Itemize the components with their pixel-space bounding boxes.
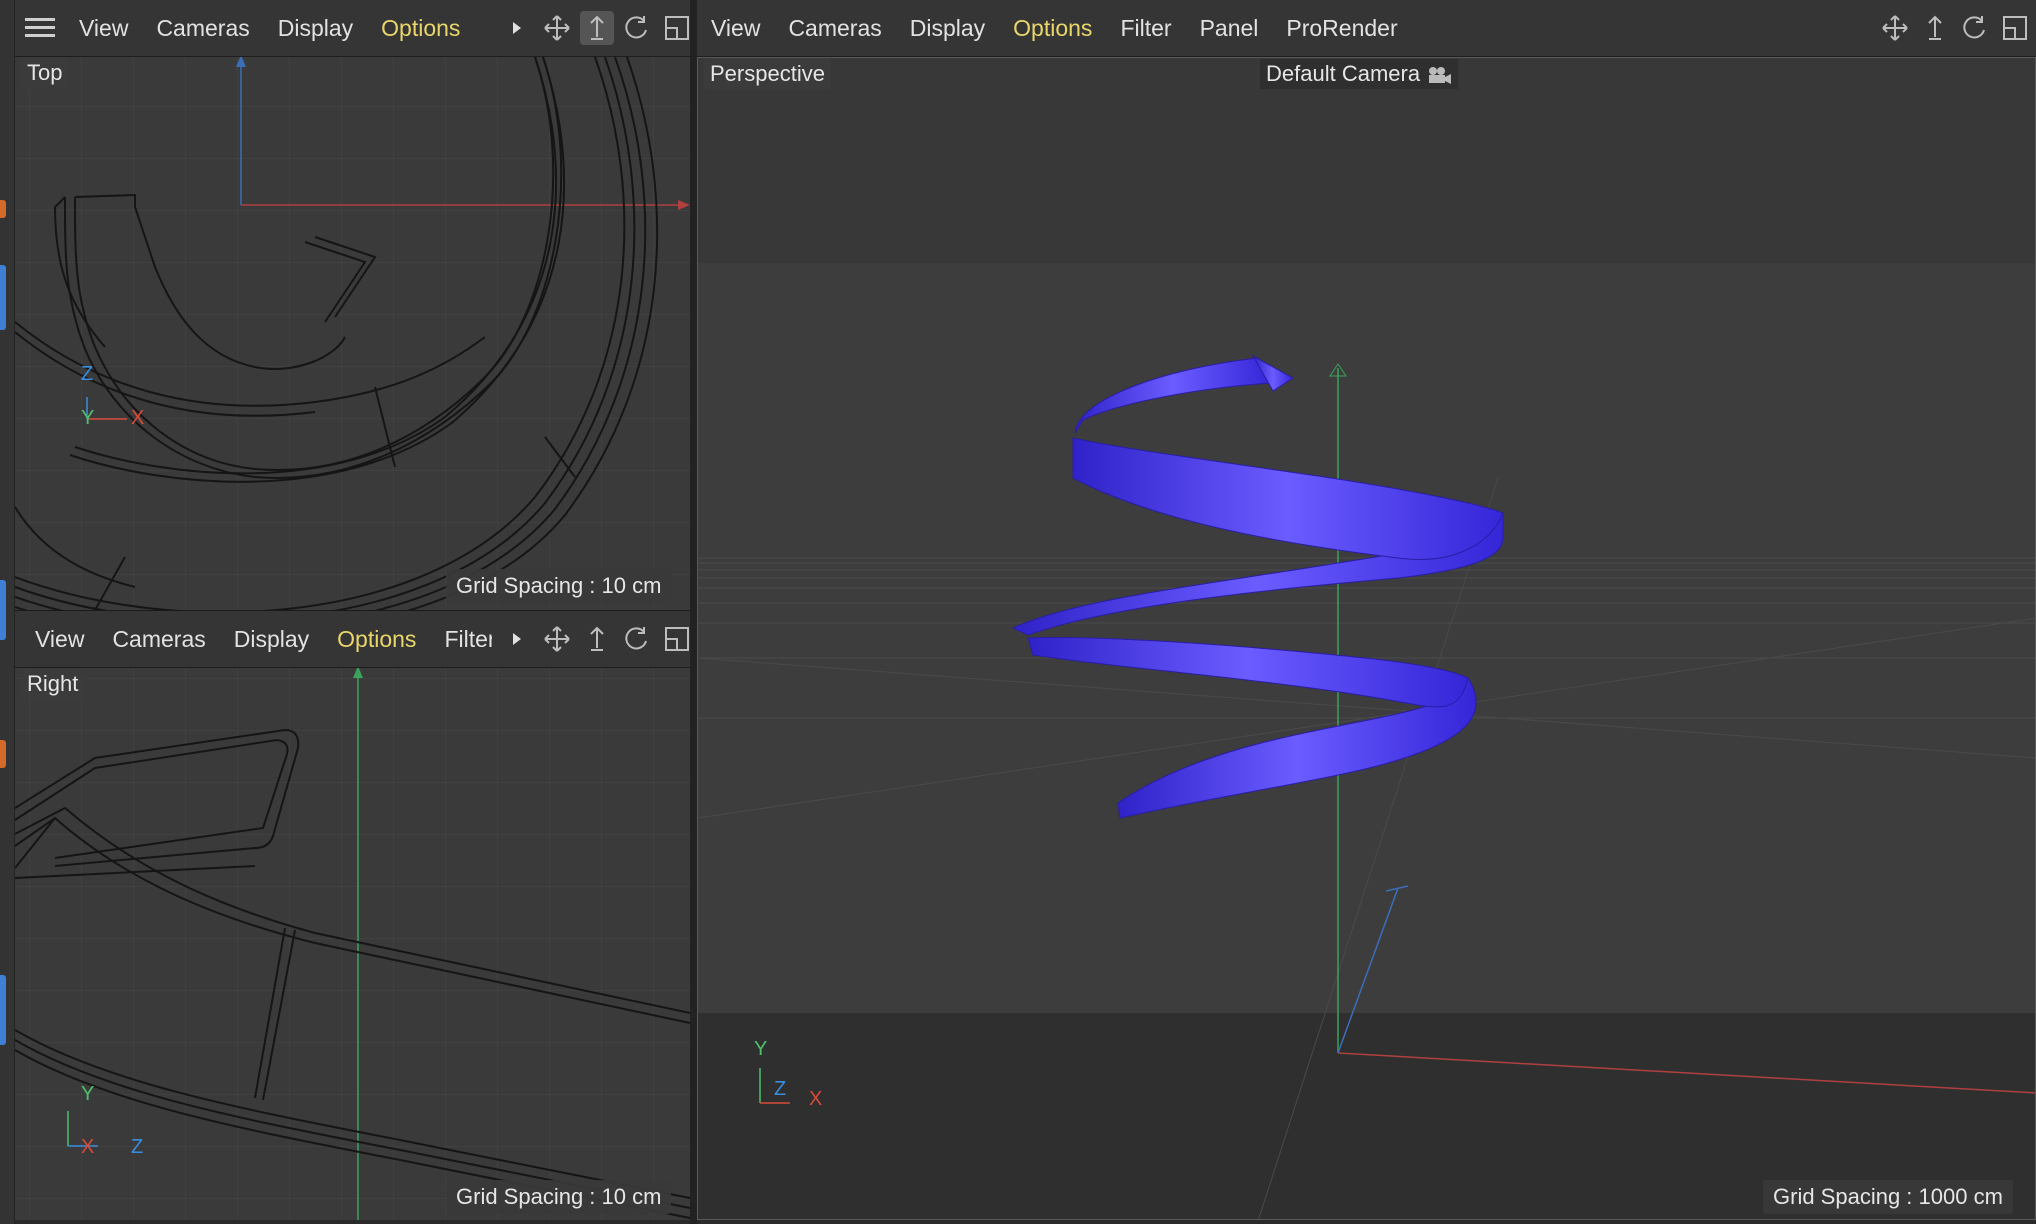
camera-icon: [1426, 65, 1452, 85]
menu-filter[interactable]: Filter: [430, 626, 492, 653]
more-arrow-icon[interactable]: [500, 11, 534, 45]
grid-spacing-label: Grid Spacing : 1000 cm: [1763, 1180, 2013, 1214]
tool-strip: [0, 0, 15, 1224]
strip-tool-marker[interactable]: [0, 975, 6, 1045]
camera-name: Default Camera: [1266, 61, 1421, 86]
menu-options[interactable]: Options: [367, 15, 474, 42]
menu-panel[interactable]: Panel: [1186, 15, 1273, 42]
rotate-view-icon[interactable]: [1958, 11, 1992, 45]
top-viewport[interactable]: Top Z Y X Grid Spacing : 10 cm: [15, 57, 690, 610]
menu-cameras[interactable]: Cameras: [774, 15, 895, 42]
right-viewport[interactable]: Right Y X Z Grid Spacing : 10 cm: [15, 668, 690, 1220]
axis-z-label: Z: [81, 363, 94, 385]
top-viewport-toolbar: View Cameras Display Options: [15, 0, 690, 57]
maximize-view-icon[interactable]: [660, 11, 690, 45]
perspective-viewport[interactable]: Perspective Default Camera Y Z X Grid Sp…: [697, 57, 2036, 1220]
zoom-view-icon[interactable]: [1918, 11, 1952, 45]
zoom-view-icon[interactable]: [580, 11, 614, 45]
viewport-label: Top: [21, 57, 69, 89]
menu-view[interactable]: View: [697, 15, 774, 42]
menu-options[interactable]: Options: [323, 626, 430, 653]
axis-y-label: Y: [754, 1038, 768, 1060]
menu-display[interactable]: Display: [220, 626, 323, 653]
axis-x-label: X: [809, 1088, 823, 1110]
axis-z-label: Z: [131, 1136, 144, 1158]
axis-z-label: Z: [774, 1078, 787, 1100]
perspective-viewport-toolbar: View Cameras Display Options Filter Pane…: [697, 0, 2036, 57]
menu-filter[interactable]: Filter: [1106, 15, 1185, 42]
strip-tool-marker[interactable]: [0, 200, 6, 218]
grid-spacing-label: Grid Spacing : 10 cm: [446, 1180, 672, 1214]
axis-x-label: X: [131, 407, 145, 429]
strip-tool-marker[interactable]: [0, 580, 6, 640]
hamburger-menu-icon[interactable]: [15, 0, 65, 56]
menu-display[interactable]: Display: [264, 15, 367, 42]
move-view-icon[interactable]: [540, 622, 574, 656]
menu-view[interactable]: View: [15, 626, 98, 653]
menu-display[interactable]: Display: [896, 15, 999, 42]
axis-x-label: X: [81, 1136, 95, 1158]
axis-y-label: Y: [81, 1083, 95, 1105]
maximize-view-icon[interactable]: [1998, 11, 2032, 45]
rotate-view-icon[interactable]: [620, 622, 654, 656]
camera-label[interactable]: Default Camera: [1260, 59, 1459, 89]
maximize-view-icon[interactable]: [660, 622, 690, 656]
menu-prorender[interactable]: ProRender: [1272, 15, 1411, 42]
move-view-icon[interactable]: [1878, 11, 1912, 45]
more-arrow-icon[interactable]: [500, 622, 534, 656]
menu-cameras[interactable]: Cameras: [142, 15, 263, 42]
viewport-label: Perspective: [704, 58, 831, 90]
grid-spacing-label: Grid Spacing : 10 cm: [446, 569, 672, 603]
menu-view[interactable]: View: [65, 15, 142, 42]
viewport-label: Right: [21, 668, 85, 700]
strip-tool-marker[interactable]: [0, 740, 6, 768]
move-view-icon[interactable]: [540, 11, 574, 45]
menu-options[interactable]: Options: [999, 15, 1106, 42]
axis-y-label: Y: [81, 407, 95, 429]
zoom-view-icon[interactable]: [580, 622, 614, 656]
strip-tool-marker[interactable]: [0, 265, 6, 330]
right-viewport-toolbar: View Cameras Display Options Filter: [15, 611, 690, 668]
rotate-view-icon[interactable]: [620, 11, 654, 45]
menu-cameras[interactable]: Cameras: [98, 626, 219, 653]
